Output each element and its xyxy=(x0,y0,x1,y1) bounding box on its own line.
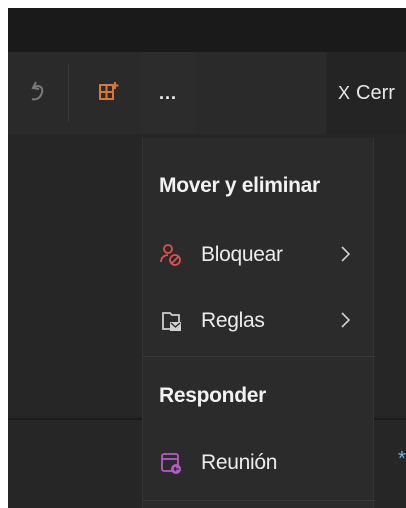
menu-section-header: Mover y eliminar xyxy=(159,174,320,197)
more-options-button[interactable]: ... xyxy=(140,52,196,134)
pane-divider xyxy=(374,418,406,420)
menu-item-label: Reunión xyxy=(201,451,278,474)
menu-item-label: Reglas xyxy=(201,309,265,332)
menu-item-rules[interactable]: Reglas xyxy=(143,292,375,350)
chevron-right-icon xyxy=(341,246,351,262)
menu-item-label: Bloquear xyxy=(201,243,283,266)
undo-button[interactable] xyxy=(8,52,66,134)
menu-item-meeting[interactable]: Reunión xyxy=(143,434,375,492)
chevron-right-icon xyxy=(341,312,351,328)
title-bar xyxy=(8,8,406,52)
menu-section-header: Responder xyxy=(159,384,266,407)
undo-icon xyxy=(27,79,47,108)
pane-divider xyxy=(8,418,142,420)
meeting-icon xyxy=(159,451,183,475)
menu-divider xyxy=(143,500,375,501)
menu-divider xyxy=(143,356,375,357)
close-icon: X xyxy=(338,82,351,103)
block-person-icon xyxy=(159,243,183,267)
menu-item-block[interactable]: Bloquear xyxy=(143,226,375,284)
add-in-button[interactable] xyxy=(80,52,136,134)
app-window: ... X Cerr Mover y eliminar Bloquear Reg… xyxy=(8,8,406,508)
more-options-menu: Mover y eliminar Bloquear Reglas Respond… xyxy=(142,138,375,508)
partial-icon: * xyxy=(398,448,406,470)
rules-icon xyxy=(159,309,183,333)
add-in-grid-icon xyxy=(97,80,119,107)
close-button[interactable]: X Cerr xyxy=(338,52,395,134)
more-dots-icon: ... xyxy=(158,83,177,103)
toolbar-separator xyxy=(68,64,69,122)
close-label: Cerr xyxy=(356,81,395,104)
